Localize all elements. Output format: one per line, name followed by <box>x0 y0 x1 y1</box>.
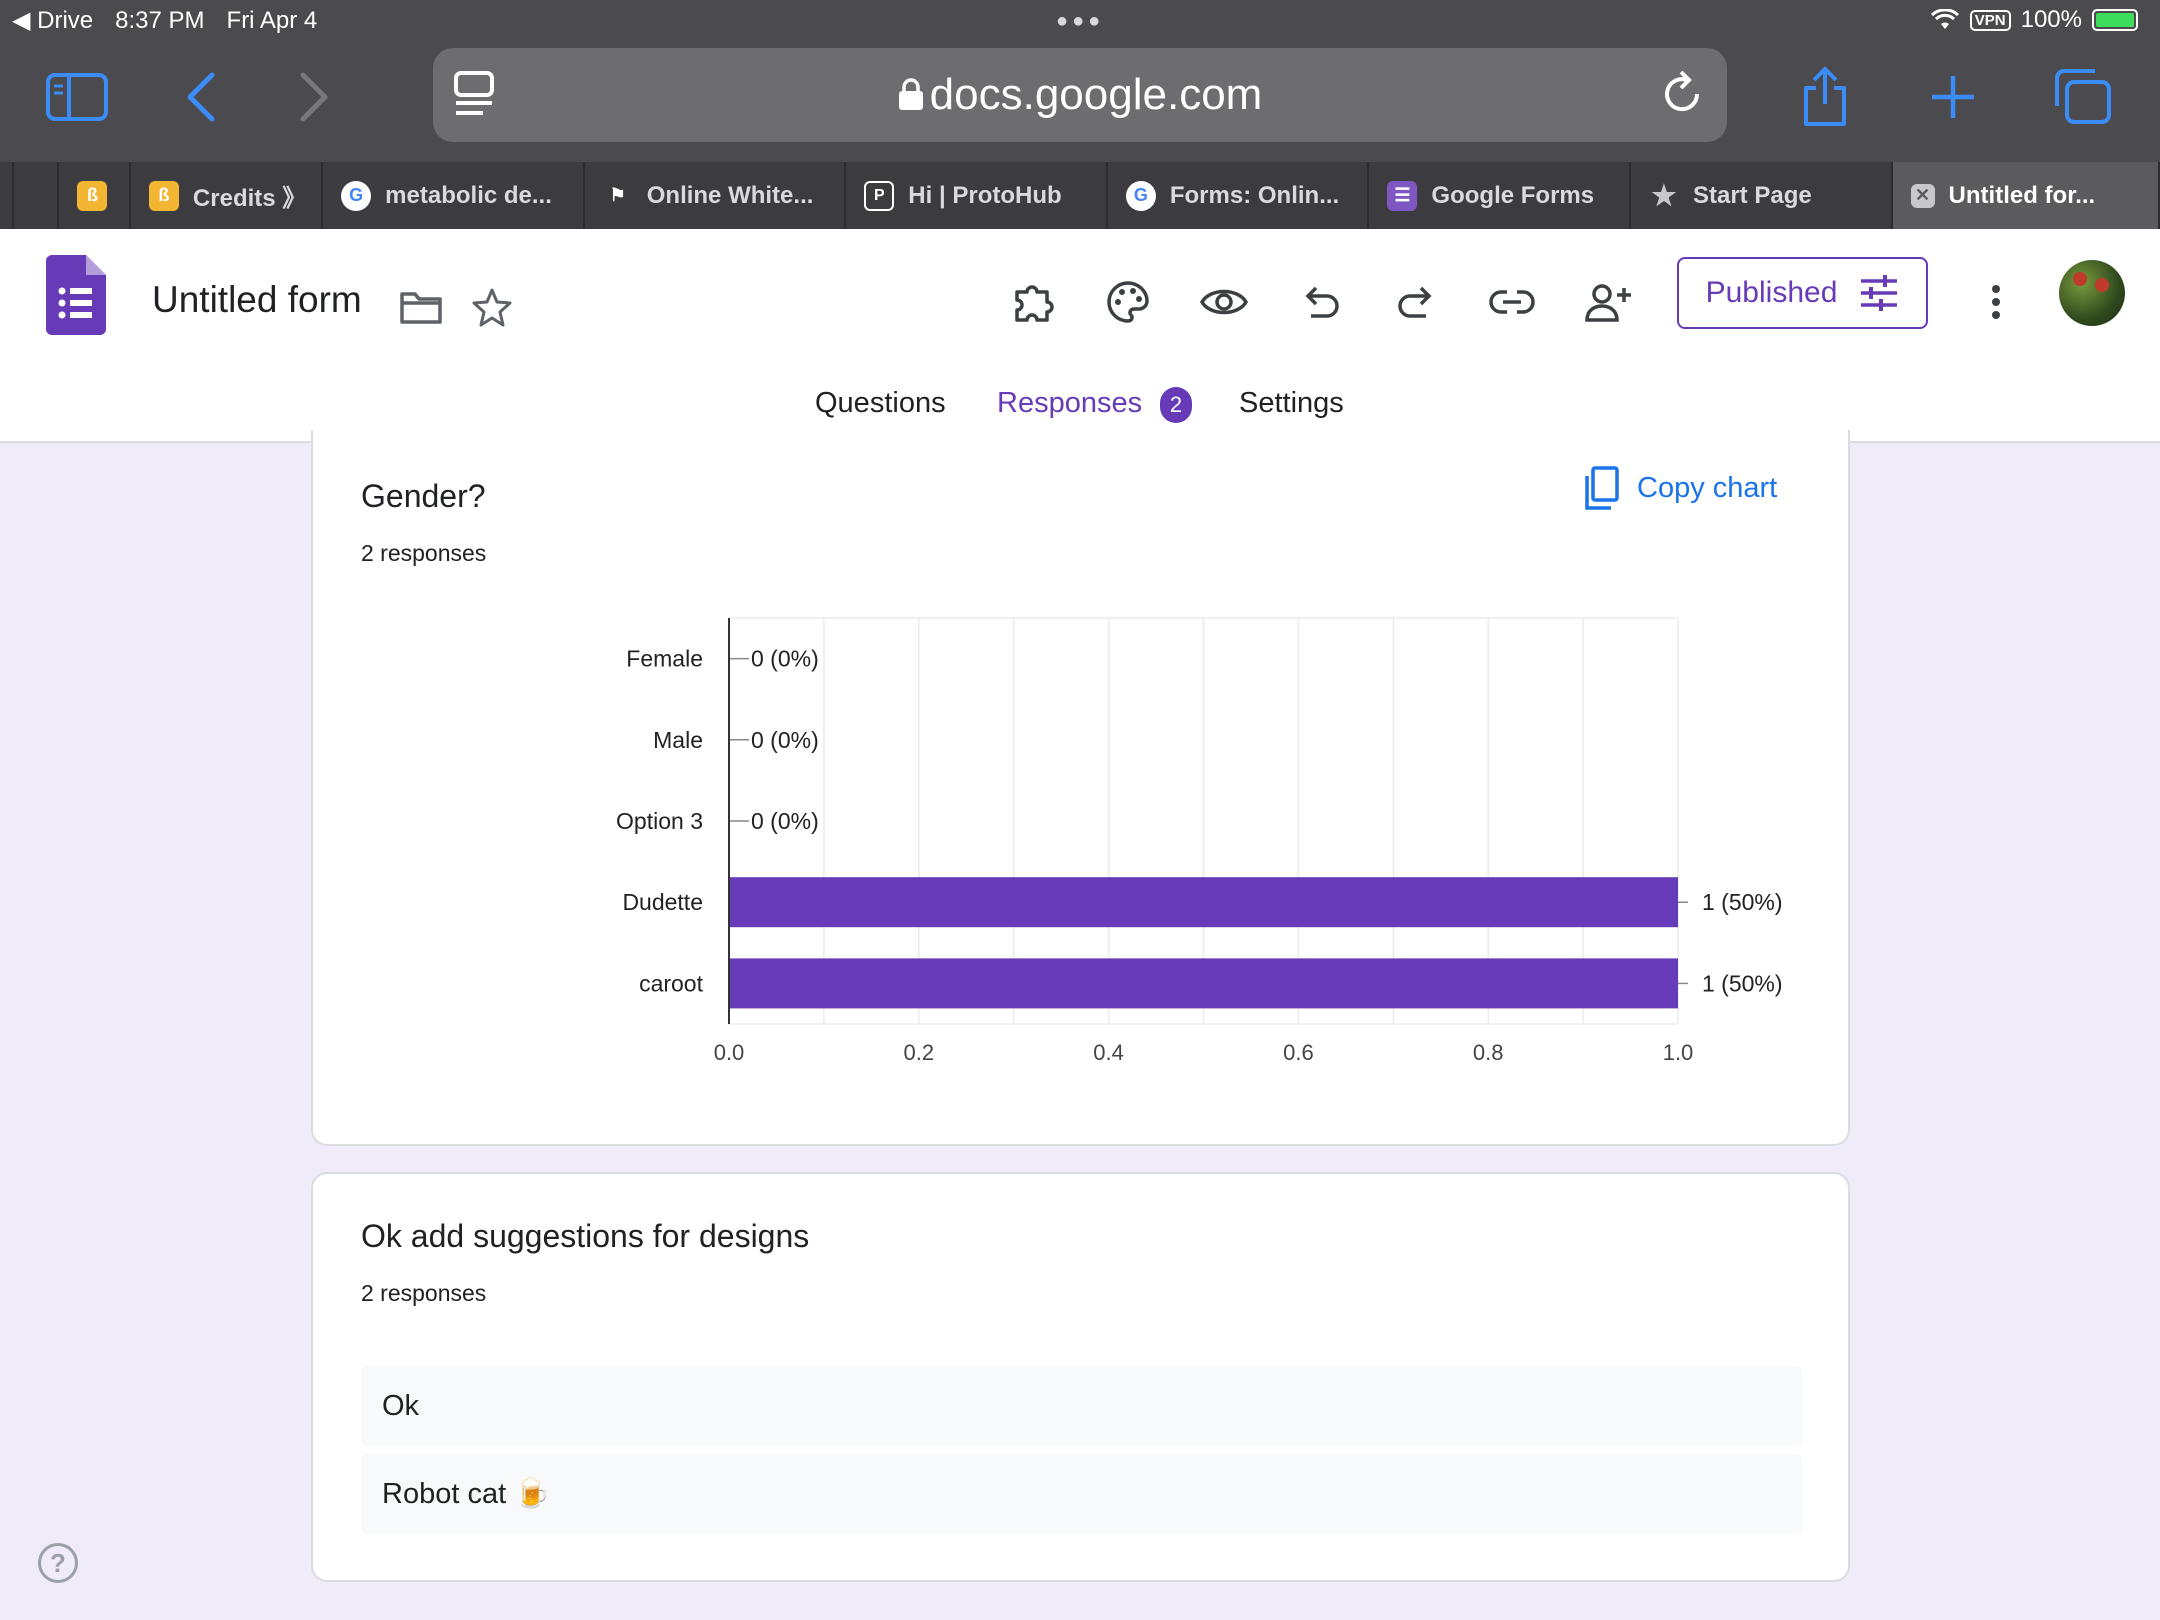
google-icon: G <box>341 180 372 211</box>
question-summary-card-suggestions: Ok add suggestions for designs 2 respons… <box>311 1172 1850 1582</box>
customize-theme-palette-icon[interactable] <box>1096 270 1160 334</box>
wifi-icon <box>1930 9 1959 29</box>
move-to-folder-icon[interactable] <box>389 275 453 339</box>
publish-settings-sliders-icon <box>1861 275 1898 311</box>
lock-icon <box>898 78 923 110</box>
copy-link-icon[interactable] <box>1480 270 1544 334</box>
published-button[interactable]: Published <box>1677 257 1928 329</box>
redo-icon[interactable] <box>1384 270 1448 334</box>
star-icon[interactable] <box>460 275 524 339</box>
tab-responses[interactable]: Responses <box>997 387 1142 420</box>
address-bar[interactable]: docs.google.com <box>433 48 1727 142</box>
browser-chrome: ◀ Drive 8:37 PM Fri Apr 4 ●●● VPN 100% d… <box>0 0 2160 229</box>
avatar[interactable] <box>2059 260 2125 326</box>
back-arrow-icon[interactable] <box>166 62 236 132</box>
bar <box>729 877 1678 928</box>
category-label: Dudette <box>622 889 703 915</box>
forward-arrow-icon[interactable] <box>279 62 349 132</box>
browser-tab-strip: ß ß Credits 》 G metabolic de... ⚑ Online… <box>0 162 2160 229</box>
multitasking-dots-icon[interactable]: ●●● <box>1056 10 1104 33</box>
x-tick-label: 1.0 <box>1663 1040 1694 1065</box>
bar <box>729 958 1678 1009</box>
form-title[interactable]: Untitled form <box>152 279 362 321</box>
google-icon: G <box>1125 180 1156 211</box>
reload-icon[interactable] <box>1661 70 1705 123</box>
data-label: 1 (50%) <box>1702 889 1783 915</box>
sidebar-toggle-icon[interactable] <box>42 62 112 132</box>
add-collaborator-icon[interactable] <box>1576 270 1640 334</box>
category-label: caroot <box>639 970 704 996</box>
new-tab-plus-icon[interactable] <box>1918 62 1988 132</box>
x-tick-label: 0.6 <box>1283 1040 1314 1065</box>
browser-tab-6[interactable]: ☰ Google Forms <box>1369 162 1631 229</box>
status-time: 8:37 PM <box>115 6 205 34</box>
browser-tab-8[interactable]: ✕ Untitled for... <box>1892 162 2160 229</box>
category-label: Female <box>626 646 703 672</box>
flag-icon: ⚑ <box>609 185 626 205</box>
data-label: 0 (0%) <box>751 646 819 672</box>
question-summary-card-gender: Gender? 2 responses Copy chart 0.0 0.2 0.4… <box>311 430 1850 1146</box>
forms-header: Untitled form Published Questions Respon… <box>0 229 2160 443</box>
more-options-icon[interactable] <box>1964 270 2028 334</box>
x-tick-label: 0.2 <box>904 1040 935 1065</box>
battery-icon <box>2092 9 2138 31</box>
browser-tab-3[interactable]: ⚑ Online White... <box>585 162 847 229</box>
google-forms-logo[interactable] <box>46 255 106 340</box>
text-response-item: Robot cat 🍺 <box>361 1454 1802 1534</box>
back-to-app-link[interactable]: ◀ Drive <box>12 6 93 35</box>
status-date: Fri Apr 4 <box>226 6 318 34</box>
category-label: Male <box>653 727 703 753</box>
browser-tab-4[interactable]: P Hi | ProtoHub <box>846 162 1108 229</box>
category-label: Option 3 <box>616 808 703 834</box>
data-label: 1 (50%) <box>1702 970 1783 996</box>
star-icon: ★ <box>1651 180 1677 211</box>
share-icon[interactable] <box>1790 62 1860 132</box>
browser-tab-2[interactable]: G metabolic de... <box>323 162 585 229</box>
browser-tab-7[interactable]: ★ Start Page <box>1631 162 1893 229</box>
undo-icon[interactable] <box>1289 270 1353 334</box>
response-count: 2 responses <box>361 1280 487 1306</box>
vpn-badge: VPN <box>1969 9 2011 31</box>
battery-percent: 100% <box>2020 6 2082 33</box>
add-ons-puzzle-icon[interactable] <box>1001 270 1065 334</box>
preview-eye-icon[interactable] <box>1192 270 1256 334</box>
text-response-item: Ok <box>361 1366 1802 1446</box>
tab-questions[interactable]: Questions <box>815 387 946 420</box>
responses-count-badge: 2 <box>1160 387 1192 423</box>
x-tick-label: 0.0 <box>714 1040 745 1065</box>
close-icon[interactable]: ✕ <box>1910 183 1935 208</box>
forms-icon: ☰ <box>1387 180 1418 211</box>
tab-overview-icon[interactable] <box>2048 62 2118 132</box>
url-text: docs.google.com <box>433 70 1727 120</box>
bookmark-app-icon: ß <box>148 180 179 211</box>
status-bar: ◀ Drive 8:37 PM Fri Apr 4 ●●● VPN 100% <box>0 0 2160 40</box>
tab-settings[interactable]: Settings <box>1239 387 1344 420</box>
question-title: Ok add suggestions for designs <box>361 1218 810 1254</box>
protohub-icon: P <box>864 180 895 211</box>
browser-tab-5[interactable]: G Forms: Onlin... <box>1108 162 1370 229</box>
tab-strip-spacer <box>14 162 60 229</box>
data-label: 0 (0%) <box>751 808 819 834</box>
bookmark-app-icon: ß <box>77 180 108 211</box>
tab-strip-edge <box>0 162 14 229</box>
data-label: 0 (0%) <box>751 727 819 753</box>
help-icon[interactable]: ? <box>38 1543 78 1583</box>
browser-tab-1[interactable]: ß Credits 》 <box>131 162 324 229</box>
x-tick-label: 0.8 <box>1473 1040 1504 1065</box>
bar-chart: 0.0 0.2 0.4 0.6 0.8 1.0 Female 0 (0%) Male 0 (0%)… <box>616 617 1783 1065</box>
x-tick-label: 0.4 <box>1093 1040 1124 1065</box>
browser-tab-0[interactable]: ß <box>59 162 131 229</box>
